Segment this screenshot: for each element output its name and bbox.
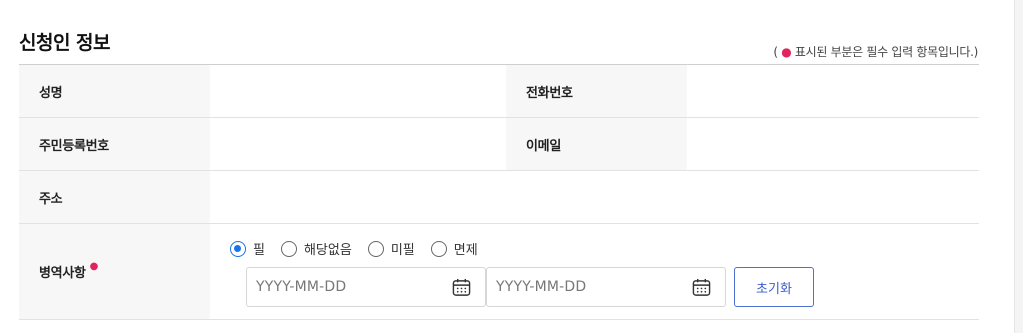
required-dot-icon: ● [781,45,792,59]
rrn-value [210,118,506,170]
table-row: 성명 전화번호 [19,65,979,118]
radio-unchecked-icon[interactable] [280,240,297,257]
address-value [210,171,979,223]
start-date-placeholder: YYYY-MM-DD [256,279,347,295]
phone-value [687,65,979,117]
required-dot-icon: ● [89,261,99,272]
name-label: 성명 [19,65,210,117]
section-title: 신청인 정보 [19,32,111,54]
reset-button[interactable]: 초기화 [734,267,814,307]
radio-label: 미필 [390,243,415,258]
applicant-info-table: 성명 전화번호 주민등록번호 이메일 주소 병역사항 ● 필 해당없음 미필 면… [19,64,979,320]
radio-unchecked-icon[interactable] [367,240,384,257]
start-date-input[interactable]: YYYY-MM-DD [246,267,486,307]
military-label: 병역사항 ● [19,224,210,319]
radio-label: 해당없음 [303,243,352,258]
phone-label: 전화번호 [506,65,687,117]
calendar-icon[interactable] [452,278,471,297]
table-row: 주민등록번호 이메일 [19,118,979,171]
page-scrollbar[interactable] [1014,0,1023,333]
email-value [687,118,979,170]
radio-label: 필 [253,243,265,258]
radio-option-not-applicable[interactable]: 해당없음 [280,239,352,258]
radio-option-exempt[interactable]: 면제 [430,239,478,258]
required-note-text: 표시된 부분은 필수 입력 항목입니다.) [791,45,978,59]
military-field: 필 해당없음 미필 면제 YYYY-MM-DD YYYY-MM-DD 초기화 [210,224,979,319]
radio-unchecked-icon[interactable] [430,240,447,257]
email-label: 이메일 [506,118,687,170]
name-value [210,65,506,117]
table-row: 주소 [19,171,979,224]
radio-option-not-completed[interactable]: 미필 [367,239,415,258]
address-label: 주소 [19,171,210,223]
calendar-icon[interactable] [692,278,711,297]
radio-label: 면제 [453,243,478,258]
military-radio-group: 필 해당없음 미필 면제 [230,239,494,258]
table-row: 병역사항 ● 필 해당없음 미필 면제 YYYY-MM-DD YYYY-MM-D… [19,224,979,320]
military-label-text: 병역사항 [39,266,86,281]
radio-checked-icon[interactable] [230,240,246,257]
radio-option-completed[interactable]: 필 [230,239,265,258]
end-date-placeholder: YYYY-MM-DD [496,279,587,295]
required-note: ( ● 표시된 부분은 필수 입력 항목입니다.) [773,43,978,60]
end-date-input[interactable]: YYYY-MM-DD [486,267,726,307]
rrn-label: 주민등록번호 [19,118,210,170]
